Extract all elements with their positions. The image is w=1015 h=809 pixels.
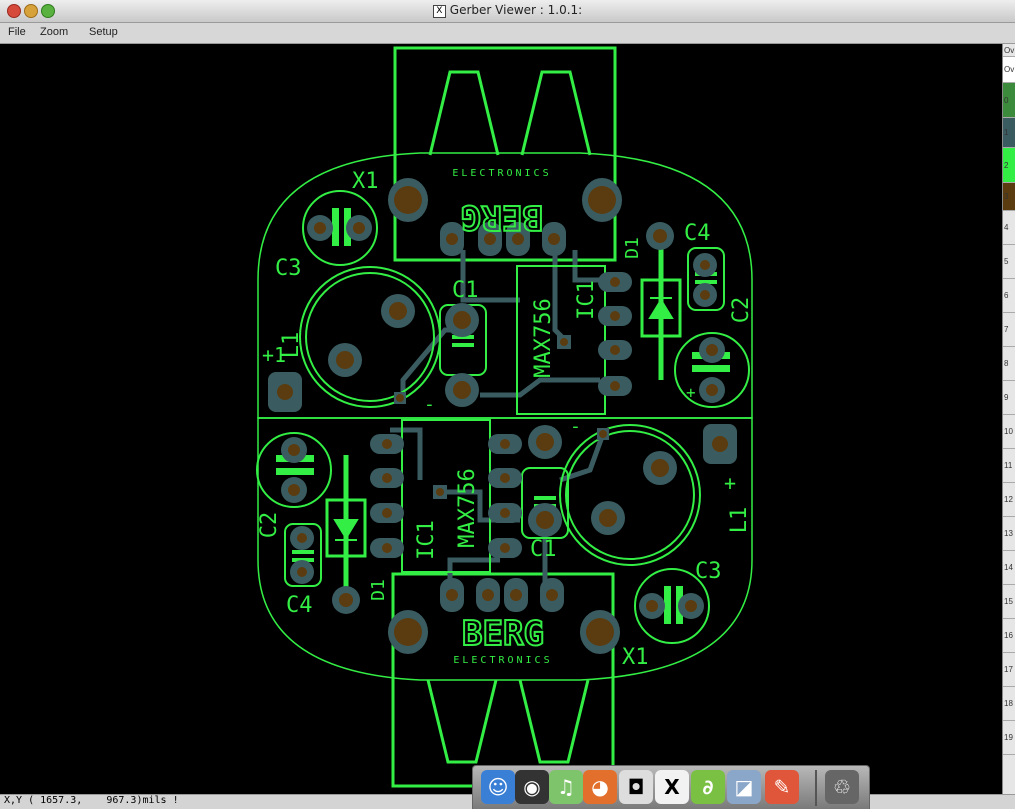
bottom-brand-subtitle: ELECTRONICS	[453, 655, 552, 666]
layer-button-0[interactable]: Ov	[1003, 44, 1015, 57]
bottom-connector-spring-right	[518, 679, 590, 764]
top-inductor-outer	[299, 266, 441, 408]
preview-icon[interactable]: ◪	[727, 770, 761, 804]
layer-button-14[interactable]: 12	[1003, 483, 1015, 517]
x11-icon[interactable]: X	[655, 770, 689, 804]
dock-separator	[815, 770, 817, 806]
layer-button-5[interactable]: 3	[1003, 183, 1015, 211]
top-label-ic1: IC1	[574, 280, 599, 320]
bottom-label-l1: L1	[727, 507, 752, 534]
top-label-x1: X1	[352, 169, 379, 194]
bottom-label-c2: C2	[257, 512, 282, 539]
layer-button-2[interactable]: 0	[1003, 83, 1015, 118]
layer-button-9[interactable]: 7	[1003, 313, 1015, 347]
window-title: X Gerber Viewer : 1.0.1:	[0, 3, 1015, 18]
layer-button-10[interactable]: 8	[1003, 347, 1015, 381]
menu-setup-label: Setup	[89, 26, 118, 38]
itunes-icon[interactable]: ♫	[549, 770, 583, 804]
trash-icon[interactable]: ♲	[825, 770, 859, 804]
menu-bar: File Zoom Setup	[0, 23, 1015, 44]
menu-file[interactable]: File	[8, 26, 26, 38]
x11-app-icon: X	[432, 5, 446, 18]
layer-button-8[interactable]: 6	[1003, 279, 1015, 313]
layer-button-20[interactable]: 18	[1003, 687, 1015, 721]
menu-file-label: File	[8, 26, 26, 38]
layer-button-13[interactable]: 11	[1003, 449, 1015, 483]
menu-zoom[interactable]: Zoom	[40, 26, 68, 38]
layer-button-19[interactable]: 17	[1003, 653, 1015, 687]
top-label-c3: C3	[275, 256, 302, 281]
top-brand-logo: BERG	[461, 197, 543, 237]
apple-icon[interactable]: ◘	[619, 770, 653, 804]
gerber-canvas[interactable]: X1 C3 L1 +1 C1 IC1 MAX756 D1 C4 C2 - + B…	[4, 44, 1002, 794]
bottom-label-c1: C1	[530, 537, 557, 562]
top-label-d1: D1	[622, 237, 643, 259]
layer-button-12[interactable]: 10	[1003, 415, 1015, 449]
title-bar: X Gerber Viewer : 1.0.1:	[0, 0, 1015, 23]
layer-button-18[interactable]: 16	[1003, 619, 1015, 653]
layer-button-3[interactable]: 1	[1003, 118, 1015, 148]
top-label-c1: C1	[452, 278, 479, 303]
menu-zoom-label: Zoom	[40, 26, 69, 38]
layer-button-17[interactable]: 15	[1003, 585, 1015, 619]
bottom-diode-symbol	[333, 519, 359, 541]
top-label-minus: -	[424, 394, 435, 415]
pcb-drawing: X1 C3 L1 +1 C1 IC1 MAX756 D1 C4 C2 - + B…	[256, 46, 754, 788]
layer-button-7[interactable]: 5	[1003, 245, 1015, 279]
layer-panel: Ov Ov 0 1 2 3 4 5 6 7 8 9 10 11 12 13 14 15 16 17 18 19	[1002, 44, 1015, 794]
coordinate-readout: X,Y ( 1657.3, 967.3)mils !	[4, 795, 179, 806]
bottom-inductor-inner	[565, 430, 695, 560]
layer-button-1[interactable]: Ov	[1003, 57, 1015, 83]
bottom-label-ic1: IC1	[414, 520, 439, 560]
layer-button-4[interactable]: 2	[1003, 148, 1015, 183]
window-title-text: Gerber Viewer : 1.0.1:	[449, 3, 583, 17]
bottom-connector-spring-left	[426, 679, 498, 764]
layer-button-16[interactable]: 14	[1003, 551, 1015, 585]
top-label-c2: C2	[729, 297, 754, 324]
top-inductor-inner	[305, 272, 435, 402]
dashboard-icon[interactable]: ◉	[515, 770, 549, 804]
bottom-label-plus: +	[724, 471, 736, 495]
bottom-label-c3: C3	[695, 559, 722, 584]
layer-button-21[interactable]: 19	[1003, 721, 1015, 755]
top-connector-spring-right	[520, 70, 592, 156]
pads	[268, 178, 737, 654]
firefox-icon[interactable]: ◕	[583, 770, 617, 804]
bottom-label-minus: -	[570, 416, 581, 437]
bottom-label-max: MAX756	[455, 468, 480, 547]
layer-button-11[interactable]: 9	[1003, 381, 1015, 415]
bottom-inductor-outer	[559, 424, 701, 566]
layer-button-15[interactable]: 13	[1003, 517, 1015, 551]
top-label-c4: C4	[684, 221, 711, 246]
top-label-plus-c2: +	[686, 383, 696, 402]
finder-icon[interactable]: ☺	[481, 770, 515, 804]
layer-button-6[interactable]: 4	[1003, 211, 1015, 245]
bottom-label-c4: C4	[286, 593, 313, 618]
top-connector-spring-left	[428, 70, 500, 156]
menu-setup[interactable]: Setup	[89, 26, 118, 38]
top-label-max: MAX756	[531, 298, 556, 377]
pen-icon[interactable]: ✎	[765, 770, 799, 804]
top-brand-subtitle: ELECTRONICS	[452, 168, 551, 179]
bottom-label-d1: D1	[368, 579, 389, 601]
mac-dock: ☺ ◉ ♫ ◕ ◘ X ∂ ◪ ✎ ♲	[472, 765, 870, 809]
top-label-plus1: +1	[262, 343, 286, 367]
bottom-brand-logo: BERG	[462, 614, 544, 654]
top-diode-symbol	[648, 297, 674, 319]
bottom-label-x1: X1	[622, 645, 649, 670]
azureus-icon[interactable]: ∂	[691, 770, 725, 804]
